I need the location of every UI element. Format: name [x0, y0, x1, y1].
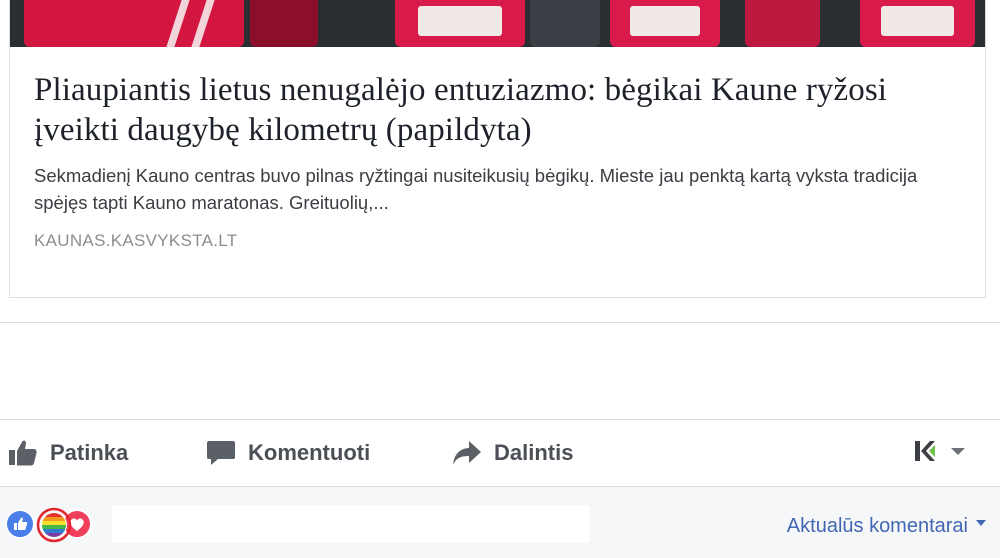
share-label: Dalintis — [494, 440, 574, 465]
post-as-selector[interactable] — [914, 438, 968, 464]
comment-sort-dropdown[interactable]: Aktualūs komentarai — [787, 515, 986, 538]
link-preview-image[interactable] — [10, 0, 985, 47]
reactions-bar: Aktualūs komentarai — [0, 487, 1000, 558]
link-preview-body[interactable]: Pliaupiantis lietus nenugalėjo entuziazm… — [10, 47, 985, 251]
shoe-image-part — [610, 0, 720, 47]
divider — [0, 322, 1000, 323]
link-description: Sekmadienį Kauno centras buvo pilnas ryž… — [34, 165, 918, 213]
like-button[interactable]: Patinka — [8, 420, 128, 486]
share-button[interactable]: Dalintis — [452, 420, 573, 486]
shoe-image-part — [395, 0, 525, 47]
shoe-image-part — [530, 0, 600, 47]
comment-button[interactable]: Komentuoti — [206, 420, 370, 486]
speech-bubble-icon — [207, 441, 235, 465]
comment-sort-label: Aktualūs komentarai — [786, 515, 968, 537]
link-domain: KAUNAS.KASVYKSTA.LT — [34, 231, 238, 250]
shoe-image-part — [860, 0, 975, 47]
thumbs-up-icon — [9, 440, 37, 466]
post-action-bar: Patinka Komentuoti Dalintis — [0, 420, 1000, 486]
caret-down-icon — [976, 519, 986, 526]
shoe-image-part — [745, 0, 820, 47]
link-preview-card[interactable]: Pliaupiantis lietus nenugalėjo entuziazm… — [9, 0, 986, 298]
chevron-down-icon — [951, 448, 965, 455]
shoe-image-part — [24, 0, 244, 47]
like-reaction-icon[interactable] — [5, 509, 35, 539]
comment-label: Komentuoti — [248, 440, 371, 465]
shoe-image-part — [250, 0, 318, 47]
page-avatar-icon — [915, 441, 935, 461]
like-label: Patinka — [50, 440, 129, 465]
reaction-summary-area — [112, 505, 590, 543]
link-headline[interactable]: Pliaupiantis lietus nenugalėjo entuziazm… — [34, 70, 961, 150]
pride-rainbow-reaction-icon[interactable] — [36, 507, 72, 543]
share-arrow-icon — [453, 441, 481, 465]
